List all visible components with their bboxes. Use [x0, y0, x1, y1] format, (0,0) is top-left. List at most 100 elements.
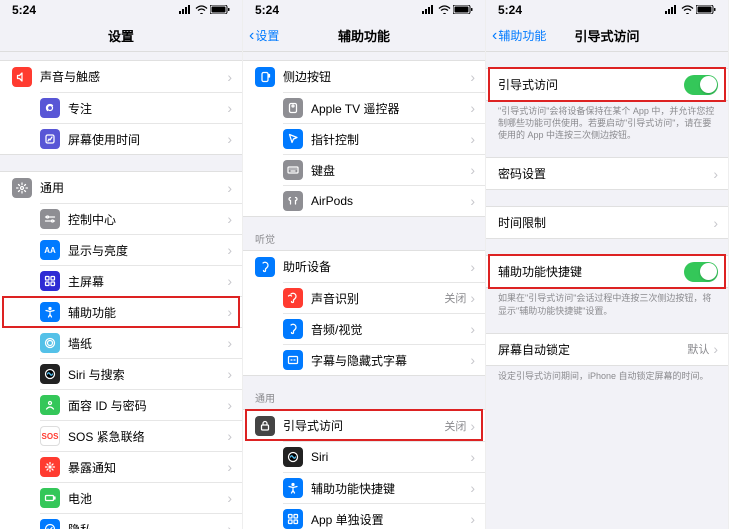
row-label: 时间限制 [498, 214, 713, 231]
chevron-right-icon: › [470, 70, 475, 84]
settings-row-screentime[interactable]: 屏幕使用时间› [40, 123, 242, 154]
settings-row-sos[interactable]: SOS SOS 紧急联络› [40, 420, 242, 451]
sound-icon [12, 67, 32, 87]
chevron-right-icon: › [470, 322, 475, 336]
back-button[interactable]: ‹ 辅助功能 [492, 27, 546, 44]
chevron-right-icon: › [227, 429, 232, 443]
perapp-icon [283, 509, 303, 529]
row-label: 显示与亮度 [68, 242, 227, 259]
row-passcode[interactable]: 密码设置 › [486, 158, 728, 189]
soundrec-icon [283, 288, 303, 308]
settings-row-control[interactable]: 控制中心› [40, 203, 242, 234]
row-label: 字幕与隐藏式字幕 [311, 352, 470, 369]
settings-row-wallpaper[interactable]: 墙纸› [40, 327, 242, 358]
row-label: 引导式访问 [283, 417, 444, 434]
settings-row-home[interactable]: 主屏幕› [40, 265, 242, 296]
group-general: 通用›控制中心›AA显示与亮度›主屏幕›辅助功能›墙纸›Siri 与搜索›面容 … [0, 171, 242, 529]
settings-row-guided[interactable]: 引导式访问关闭› [243, 410, 485, 441]
settings-row-pointer[interactable]: 指针控制› [283, 123, 485, 154]
settings-row-accessibility[interactable]: 辅助功能› [40, 296, 242, 327]
screen-accessibility: 5:24 ‹ 设置 辅助功能 侧边按钮›Apple TV 遥控器›指针控制›键盘… [243, 0, 486, 529]
settings-row-display[interactable]: AA显示与亮度› [40, 234, 242, 265]
battery-icon [696, 3, 716, 17]
sos-icon: SOS [40, 426, 60, 446]
guided-icon [255, 416, 275, 436]
wifi-icon [438, 3, 451, 17]
toggle-guided-access[interactable] [684, 75, 718, 95]
content: 侧边按钮›Apple TV 遥控器›指针控制›键盘›AirPods› 听觉 助听… [243, 52, 485, 529]
signal-icon [422, 3, 436, 17]
footer-shortcut: 如果在"引导式访问"会话过程中连按三次侧边按钮，将显示"辅助功能快捷键"设置。 [486, 288, 728, 316]
chevron-right-icon: › [227, 398, 232, 412]
settings-row-sidebtn[interactable]: 侧边按钮› [243, 61, 485, 92]
signal-icon [665, 3, 679, 17]
settings-row-faceid[interactable]: 面容 ID 与密码› [40, 389, 242, 420]
home-icon [40, 271, 60, 291]
settings-row-battery[interactable]: 电池› [40, 482, 242, 513]
row-label: AirPods [311, 194, 470, 208]
settings-row-shortcut[interactable]: 辅助功能快捷键› [283, 472, 485, 503]
settings-row-privacy[interactable]: 隐私› [40, 513, 242, 529]
group-time: 时间限制 › [486, 206, 728, 239]
status-bar: 5:24 [243, 0, 485, 20]
row-auto-lock[interactable]: 屏幕自动锁定 默认 › [486, 334, 728, 365]
wallpaper-icon [40, 333, 60, 353]
row-time-limit[interactable]: 时间限制 › [486, 207, 728, 238]
nav-bar: ‹ 设置 辅助功能 [243, 20, 485, 52]
exposure-icon [40, 457, 60, 477]
chevron-right-icon: › [227, 274, 232, 288]
row-label: 辅助功能快捷键 [311, 480, 470, 497]
row-label: SOS 紧急联络 [68, 428, 227, 445]
status-indicators [665, 3, 716, 17]
row-value: 关闭 [444, 290, 466, 306]
chevron-right-icon: › [470, 194, 475, 208]
settings-row-exposure[interactable]: 暴露通知› [40, 451, 242, 482]
chevron-right-icon: › [470, 291, 475, 305]
footer-guided: "引导式访问"会将设备保持在某个 App 中，并允许您控制哪些功能可供使用。若要… [486, 101, 728, 141]
settings-row-appletv[interactable]: Apple TV 遥控器› [283, 92, 485, 123]
row-label: 屏幕自动锁定 [498, 341, 687, 358]
row-label: 声音与触感 [40, 68, 227, 85]
settings-row-siri[interactable]: Siri 与搜索› [40, 358, 242, 389]
row-label: Apple TV 遥控器 [311, 100, 470, 117]
sidebtn-icon [255, 67, 275, 87]
settings-row-sound[interactable]: 声音与触感› [0, 61, 242, 92]
group-lock: 屏幕自动锁定 默认 › [486, 333, 728, 366]
audio-icon [283, 319, 303, 339]
settings-row-keyboard[interactable]: 键盘› [283, 154, 485, 185]
settings-row-soundrec[interactable]: 声音识别关闭› [283, 282, 485, 313]
page-title: 引导式访问 [574, 26, 639, 45]
back-button[interactable]: ‹ 设置 [249, 27, 279, 44]
row-label: Siri [311, 450, 470, 464]
chevron-right-icon: › [470, 132, 475, 146]
row-label: 密码设置 [498, 165, 713, 182]
row-value: 关闭 [444, 418, 466, 434]
chevron-right-icon: › [227, 132, 232, 146]
chevron-right-icon: › [227, 101, 232, 115]
settings-row-hearing[interactable]: 助听设备› [243, 251, 485, 282]
settings-row-siri[interactable]: Siri› [283, 441, 485, 472]
toggle-accessibility-shortcut[interactable] [684, 262, 718, 282]
status-time: 5:24 [498, 3, 522, 17]
settings-row-perapp[interactable]: App 单独设置› [283, 503, 485, 529]
chevron-right-icon: › [227, 243, 232, 257]
group-sounds: 声音与触感›专注›屏幕使用时间› [0, 60, 242, 155]
back-label: 辅助功能 [498, 27, 546, 44]
row-label: 引导式访问 [498, 76, 684, 93]
settings-row-airpods[interactable]: AirPods› [283, 185, 485, 216]
status-indicators [422, 3, 473, 17]
chevron-right-icon: › [713, 342, 718, 356]
group-shortcut: 辅助功能快捷键 [486, 255, 728, 288]
battery-icon [210, 3, 230, 17]
row-accessibility-shortcut[interactable]: 辅助功能快捷键 [486, 256, 728, 287]
settings-row-captions[interactable]: 字幕与隐藏式字幕› [283, 344, 485, 375]
settings-row-audio[interactable]: 音频/视觉› [283, 313, 485, 344]
row-label: 控制中心 [68, 211, 227, 228]
group-physical: 侧边按钮›Apple TV 遥控器›指针控制›键盘›AirPods› [243, 60, 485, 217]
chevron-right-icon: › [470, 512, 475, 526]
row-guided-access[interactable]: 引导式访问 [486, 69, 728, 100]
chevron-right-icon: › [227, 212, 232, 226]
settings-row-focus[interactable]: 专注› [40, 92, 242, 123]
settings-row-general[interactable]: 通用› [0, 172, 242, 203]
row-label: 墙纸 [68, 335, 227, 352]
